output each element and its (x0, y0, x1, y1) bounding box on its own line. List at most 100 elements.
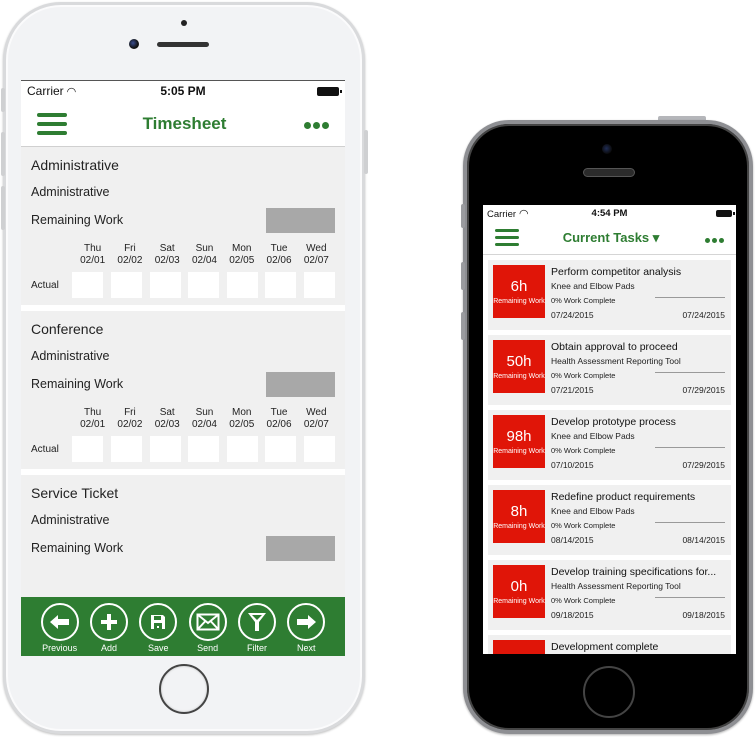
next-button[interactable]: Next (284, 603, 328, 656)
home-button[interactable] (159, 664, 209, 714)
remaining-work-row: Remaining Work (31, 533, 335, 563)
front-camera (129, 39, 139, 49)
remaining-hours: 2h (511, 653, 528, 655)
day-header: Wed 02/07 (303, 243, 329, 266)
volume-down-button (461, 312, 465, 340)
task-card[interactable]: 50h Remaining Work Obtain approval to proc… (488, 335, 731, 405)
day-header: Mon 02/05 (229, 243, 255, 266)
remaining-work-caption: Remaining Work (493, 447, 545, 455)
task-start-date: 08/14/2015 (551, 535, 594, 545)
day-headers: Thu 02/01 Fri 02/02 Sat 02/03 Sun 02/04 Mon 0… (74, 407, 335, 431)
task-end-date: 07/29/2015 (682, 385, 725, 395)
remaining-hours: 8h (510, 502, 528, 520)
menu-icon[interactable] (495, 229, 519, 246)
actual-row: Actual (31, 272, 335, 305)
progress-bar (655, 371, 725, 374)
day-header: Wed 02/07 (303, 407, 329, 430)
work-complete-label: 0% Work Complete (551, 446, 616, 455)
day-header: Fri 02/02 (117, 407, 143, 430)
actual-hours-input[interactable] (72, 272, 104, 298)
remaining-work-field[interactable] (266, 371, 335, 397)
arrow-right-icon (287, 603, 326, 641)
day-header: Thu 02/01 (80, 407, 106, 430)
task-card[interactable]: 6h Remaining Work Perform competitor analy… (488, 260, 731, 330)
progress-bar (655, 296, 725, 299)
actual-hours-input[interactable] (226, 436, 258, 462)
actual-hours-input[interactable] (111, 436, 143, 462)
progress-bar (655, 521, 725, 524)
day-header: Mon 02/05 (229, 407, 255, 430)
save-button[interactable]: Save (136, 603, 180, 656)
add-button[interactable]: Add (87, 603, 131, 656)
actual-hours-input[interactable] (149, 436, 181, 462)
task-title: Develop prototype process (551, 416, 676, 428)
actual-hours-input[interactable] (188, 436, 220, 462)
status-bar: Carrier ◠ 5:05 PM (21, 81, 345, 101)
task-end-date: 09/18/2015 (682, 610, 725, 620)
previous-button[interactable]: Previous (38, 603, 82, 656)
remaining-work-field[interactable] (266, 535, 335, 561)
section-title: Service Ticket (31, 485, 119, 501)
task-title: Perform competitor analysis (551, 266, 682, 278)
task-card[interactable]: 98h Remaining Work Develop prototype proce… (488, 410, 731, 480)
volume-down-button (1, 186, 5, 230)
progress-bar (655, 596, 725, 599)
task-title: Redefine product requirements (551, 491, 696, 503)
previous-label: Previous (42, 643, 78, 653)
view-selector-dropdown[interactable]: Current Tasks ▾ (563, 230, 660, 246)
actual-hours-input[interactable] (188, 272, 220, 298)
status-bar: Carrier ◠ 4:54 PM (483, 205, 736, 221)
actual-hours-input[interactable] (226, 272, 258, 298)
add-label: Add (100, 643, 117, 653)
more-options-icon[interactable] (703, 230, 724, 246)
day-header: Sun 02/04 (191, 407, 217, 430)
battery-icon (716, 209, 735, 217)
remaining-work-label: Remaining Work (31, 541, 124, 555)
day-header: Fri 02/02 (117, 243, 143, 266)
remaining-work-label: Remaining Work (31, 377, 124, 391)
mute-switch (1, 88, 5, 112)
day-headers: Thu 02/01 Fri 02/02 Sat 02/03 Sun 02/04 Mon 0… (74, 243, 335, 267)
task-card[interactable]: 2hRemaining Work Development complete (488, 635, 731, 654)
task-card[interactable]: 8h Remaining Work Redefine product require… (488, 485, 731, 555)
menu-icon[interactable] (37, 112, 67, 135)
task-title: Development complete (551, 641, 659, 653)
home-button[interactable] (583, 666, 635, 718)
more-options-icon[interactable] (302, 116, 329, 132)
actual-hours-input[interactable] (111, 272, 143, 298)
task-card[interactable]: 0h Remaining Work Develop training specifi… (488, 560, 731, 630)
remaining-work-label: Remaining Work (31, 213, 124, 227)
section-title: Conference (31, 321, 104, 337)
actual-hours-input[interactable] (72, 436, 104, 462)
task-end-date: 07/29/2015 (682, 460, 725, 470)
task-project: Health Assessment Reporting Tool (551, 581, 681, 591)
earpiece-speaker (157, 42, 209, 47)
remaining-work-row: Remaining Work (31, 205, 335, 235)
actual-hours-input[interactable] (265, 272, 297, 298)
remaining-work-caption: Remaining Work (493, 597, 545, 605)
current-tasks-screen: Carrier ◠ 4:54 PM Current Tasks ▾ 6h Remai… (483, 205, 736, 654)
filter-label: Filter (246, 643, 267, 653)
remaining-work-field[interactable] (266, 207, 335, 233)
actual-hours-input[interactable] (304, 272, 335, 298)
volume-up-button (461, 262, 465, 290)
timesheet-section: Conference Administrative Remaining Work… (21, 311, 345, 475)
plus-icon (89, 603, 128, 641)
actual-hours-input[interactable] (265, 436, 297, 462)
remaining-work-caption: Remaining Work (493, 522, 545, 530)
send-button[interactable]: Send (186, 603, 230, 656)
remaining-hours-badge: 0h Remaining Work (493, 565, 545, 618)
actual-hours-input[interactable] (149, 272, 181, 298)
task-title: Obtain approval to proceed (551, 341, 678, 353)
section-title: Administrative (31, 157, 119, 173)
remaining-hours: 0h (510, 577, 528, 595)
filter-button[interactable]: Filter (235, 603, 279, 656)
day-header: Thu 02/01 (80, 243, 106, 266)
remaining-hours: 50h (506, 352, 532, 370)
actual-label: Actual (31, 443, 59, 455)
status-time: 5:05 PM (160, 84, 206, 98)
actual-hours-input[interactable] (304, 436, 335, 462)
power-button (364, 130, 368, 174)
remaining-hours-badge: 98h Remaining Work (493, 415, 545, 468)
day-header: Tue 02/06 (266, 243, 292, 266)
